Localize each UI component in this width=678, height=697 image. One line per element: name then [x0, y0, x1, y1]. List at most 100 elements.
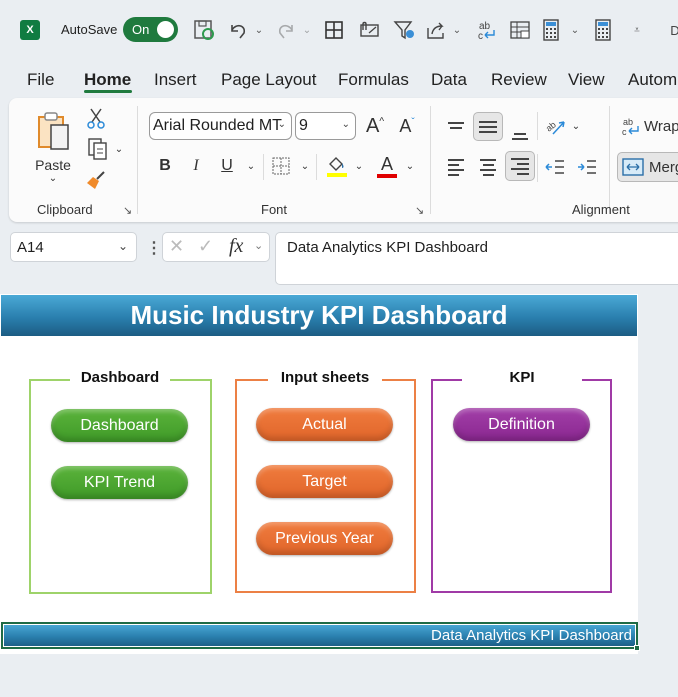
spelling-icon[interactable]: ab c [475, 17, 499, 43]
cancel-icon[interactable]: ✕ [169, 236, 184, 257]
actual-button[interactable]: Actual [256, 408, 393, 441]
redo-icon[interactable] [274, 17, 298, 43]
formula-buttons: ✕ ✓ fx ⌄ [162, 232, 270, 262]
tab-file[interactable]: File [27, 70, 54, 90]
name-box-value: A14 [17, 239, 44, 256]
borders-icon [272, 157, 290, 175]
top-align-button[interactable] [445, 112, 467, 138]
increase-font-icon: A^ [365, 114, 385, 137]
font-launcher-icon[interactable]: ↘ [415, 204, 424, 217]
align-center-button[interactable] [477, 154, 499, 180]
tab-page-layout[interactable]: Page Layout [221, 70, 316, 90]
dashboard-title: Music Industry KPI Dashboard [1, 295, 637, 336]
autosave-toggle[interactable]: On [123, 17, 178, 42]
redo-dropdown-icon[interactable]: ⌄ [302, 17, 312, 43]
insert-function-button[interactable]: fx [229, 235, 243, 258]
wrap-text-button[interactable]: ab c Wrap [621, 112, 678, 140]
tab-home[interactable]: Home [84, 70, 131, 90]
align-center-icon [480, 158, 496, 176]
tab-automate[interactable]: Autom [628, 70, 677, 90]
align-left-button[interactable] [445, 154, 467, 180]
italic-button[interactable]: I [186, 154, 206, 178]
fill-handle[interactable] [634, 645, 640, 651]
merge-center-button[interactable]: Merg [617, 152, 678, 182]
bottom-align-button[interactable] [509, 118, 531, 144]
search-icon[interactable]: D [670, 17, 678, 43]
svg-text:c: c [622, 127, 627, 137]
increase-font-size-button[interactable]: A^ [363, 112, 387, 140]
font-color-button[interactable]: A [375, 152, 399, 180]
share-icon[interactable] [424, 17, 448, 43]
decrease-indent-button[interactable] [544, 154, 566, 180]
active-tab-indicator [84, 90, 132, 93]
borders-dropdown-icon[interactable]: ⌄ [299, 156, 311, 176]
font-group-label: Font [261, 202, 288, 217]
dashboard-group-title: Dashboard [70, 369, 170, 386]
undo-icon[interactable] [226, 17, 250, 43]
dashboard-button[interactable]: Dashboard [51, 409, 188, 442]
attach-icon[interactable] [357, 17, 381, 43]
undo-dropdown-icon[interactable]: ⌄ [254, 17, 264, 43]
save-sync-icon[interactable] [192, 17, 216, 43]
calculator-icon[interactable] [592, 17, 614, 43]
table-icon[interactable] [508, 17, 532, 43]
align-right-button[interactable] [505, 151, 535, 181]
scissors-icon [87, 108, 105, 129]
fill-color-button[interactable] [325, 152, 349, 180]
tab-view[interactable]: View [568, 70, 605, 90]
orientation-button[interactable]: ab [543, 112, 569, 140]
increase-indent-button[interactable] [576, 154, 598, 180]
copy-button[interactable]: ⌄ [83, 136, 127, 162]
tab-insert[interactable]: Insert [154, 70, 197, 90]
wrap-text-icon: abc [622, 117, 639, 137]
alignment-group-label: Alignment [572, 202, 630, 217]
underline-dropdown-icon[interactable]: ⌄ [245, 156, 257, 176]
underline-button[interactable]: U [217, 154, 237, 178]
paint-bucket-icon [329, 157, 344, 171]
kpi-trend-button[interactable]: KPI Trend [51, 466, 188, 499]
autosave-label: AutoSave [61, 22, 118, 37]
definition-button[interactable]: Definition [453, 408, 590, 441]
name-box[interactable]: A14 ⌄ [10, 232, 137, 262]
middle-align-icon [479, 120, 497, 133]
orientation-dropdown-icon[interactable]: ⌄ [570, 116, 582, 136]
enter-icon[interactable]: ✓ [198, 236, 213, 257]
selected-cell-a14[interactable]: Data Analytics KPI Dashboard [1, 622, 638, 649]
share-dropdown-icon[interactable]: ⌄ [452, 17, 462, 43]
filter-settings-icon[interactable] [392, 17, 418, 43]
calculator-icon[interactable] [540, 17, 562, 43]
chevron-down-icon: ⌄ [277, 119, 286, 130]
decrease-font-size-button[interactable]: Aˇ [395, 112, 419, 140]
tab-review[interactable]: Review [491, 70, 547, 90]
borders-button[interactable] [270, 154, 292, 178]
font-color-dropdown-icon[interactable]: ⌄ [404, 156, 416, 176]
more-options-icon[interactable]: ⋮ [146, 238, 162, 258]
copy-icon [88, 138, 107, 160]
middle-align-button[interactable] [473, 112, 503, 141]
fill-color-dropdown-icon[interactable]: ⌄ [353, 156, 365, 176]
calculator-dropdown-icon[interactable]: ⌄ [570, 17, 580, 43]
borders-icon[interactable] [322, 17, 346, 43]
target-button[interactable]: Target [256, 465, 393, 498]
font-size-select[interactable]: 9 ⌄ [295, 112, 356, 140]
font-name-select[interactable]: Arial Rounded MT ⌄ [149, 112, 292, 140]
clipboard-launcher-icon[interactable]: ↘ [123, 204, 132, 217]
increase-indent-icon [578, 160, 596, 174]
fill-color-swatch [327, 173, 347, 177]
paste-dropdown-icon: ⌄ [48, 172, 58, 184]
tab-formulas[interactable]: Formulas [338, 70, 409, 90]
merge-center-label: Merg [649, 158, 678, 176]
formula-input[interactable]: Data Analytics KPI Dashboard [275, 232, 678, 285]
toggle-knob [157, 21, 174, 38]
text-orientation-icon: ab [545, 119, 565, 135]
cut-button[interactable] [85, 106, 107, 130]
fx-dropdown-icon[interactable]: ⌄ [254, 239, 263, 252]
paste-button[interactable]: Paste ⌄ [29, 108, 77, 186]
divider [137, 106, 138, 214]
clipboard-group-label: Clipboard [37, 202, 93, 217]
previous-year-button[interactable]: Previous Year [256, 522, 393, 555]
customize-qat-icon[interactable]: ⩡ [630, 17, 644, 43]
bold-button[interactable]: B [155, 154, 175, 178]
format-painter-button[interactable] [84, 168, 108, 192]
tab-data[interactable]: Data [431, 70, 467, 90]
